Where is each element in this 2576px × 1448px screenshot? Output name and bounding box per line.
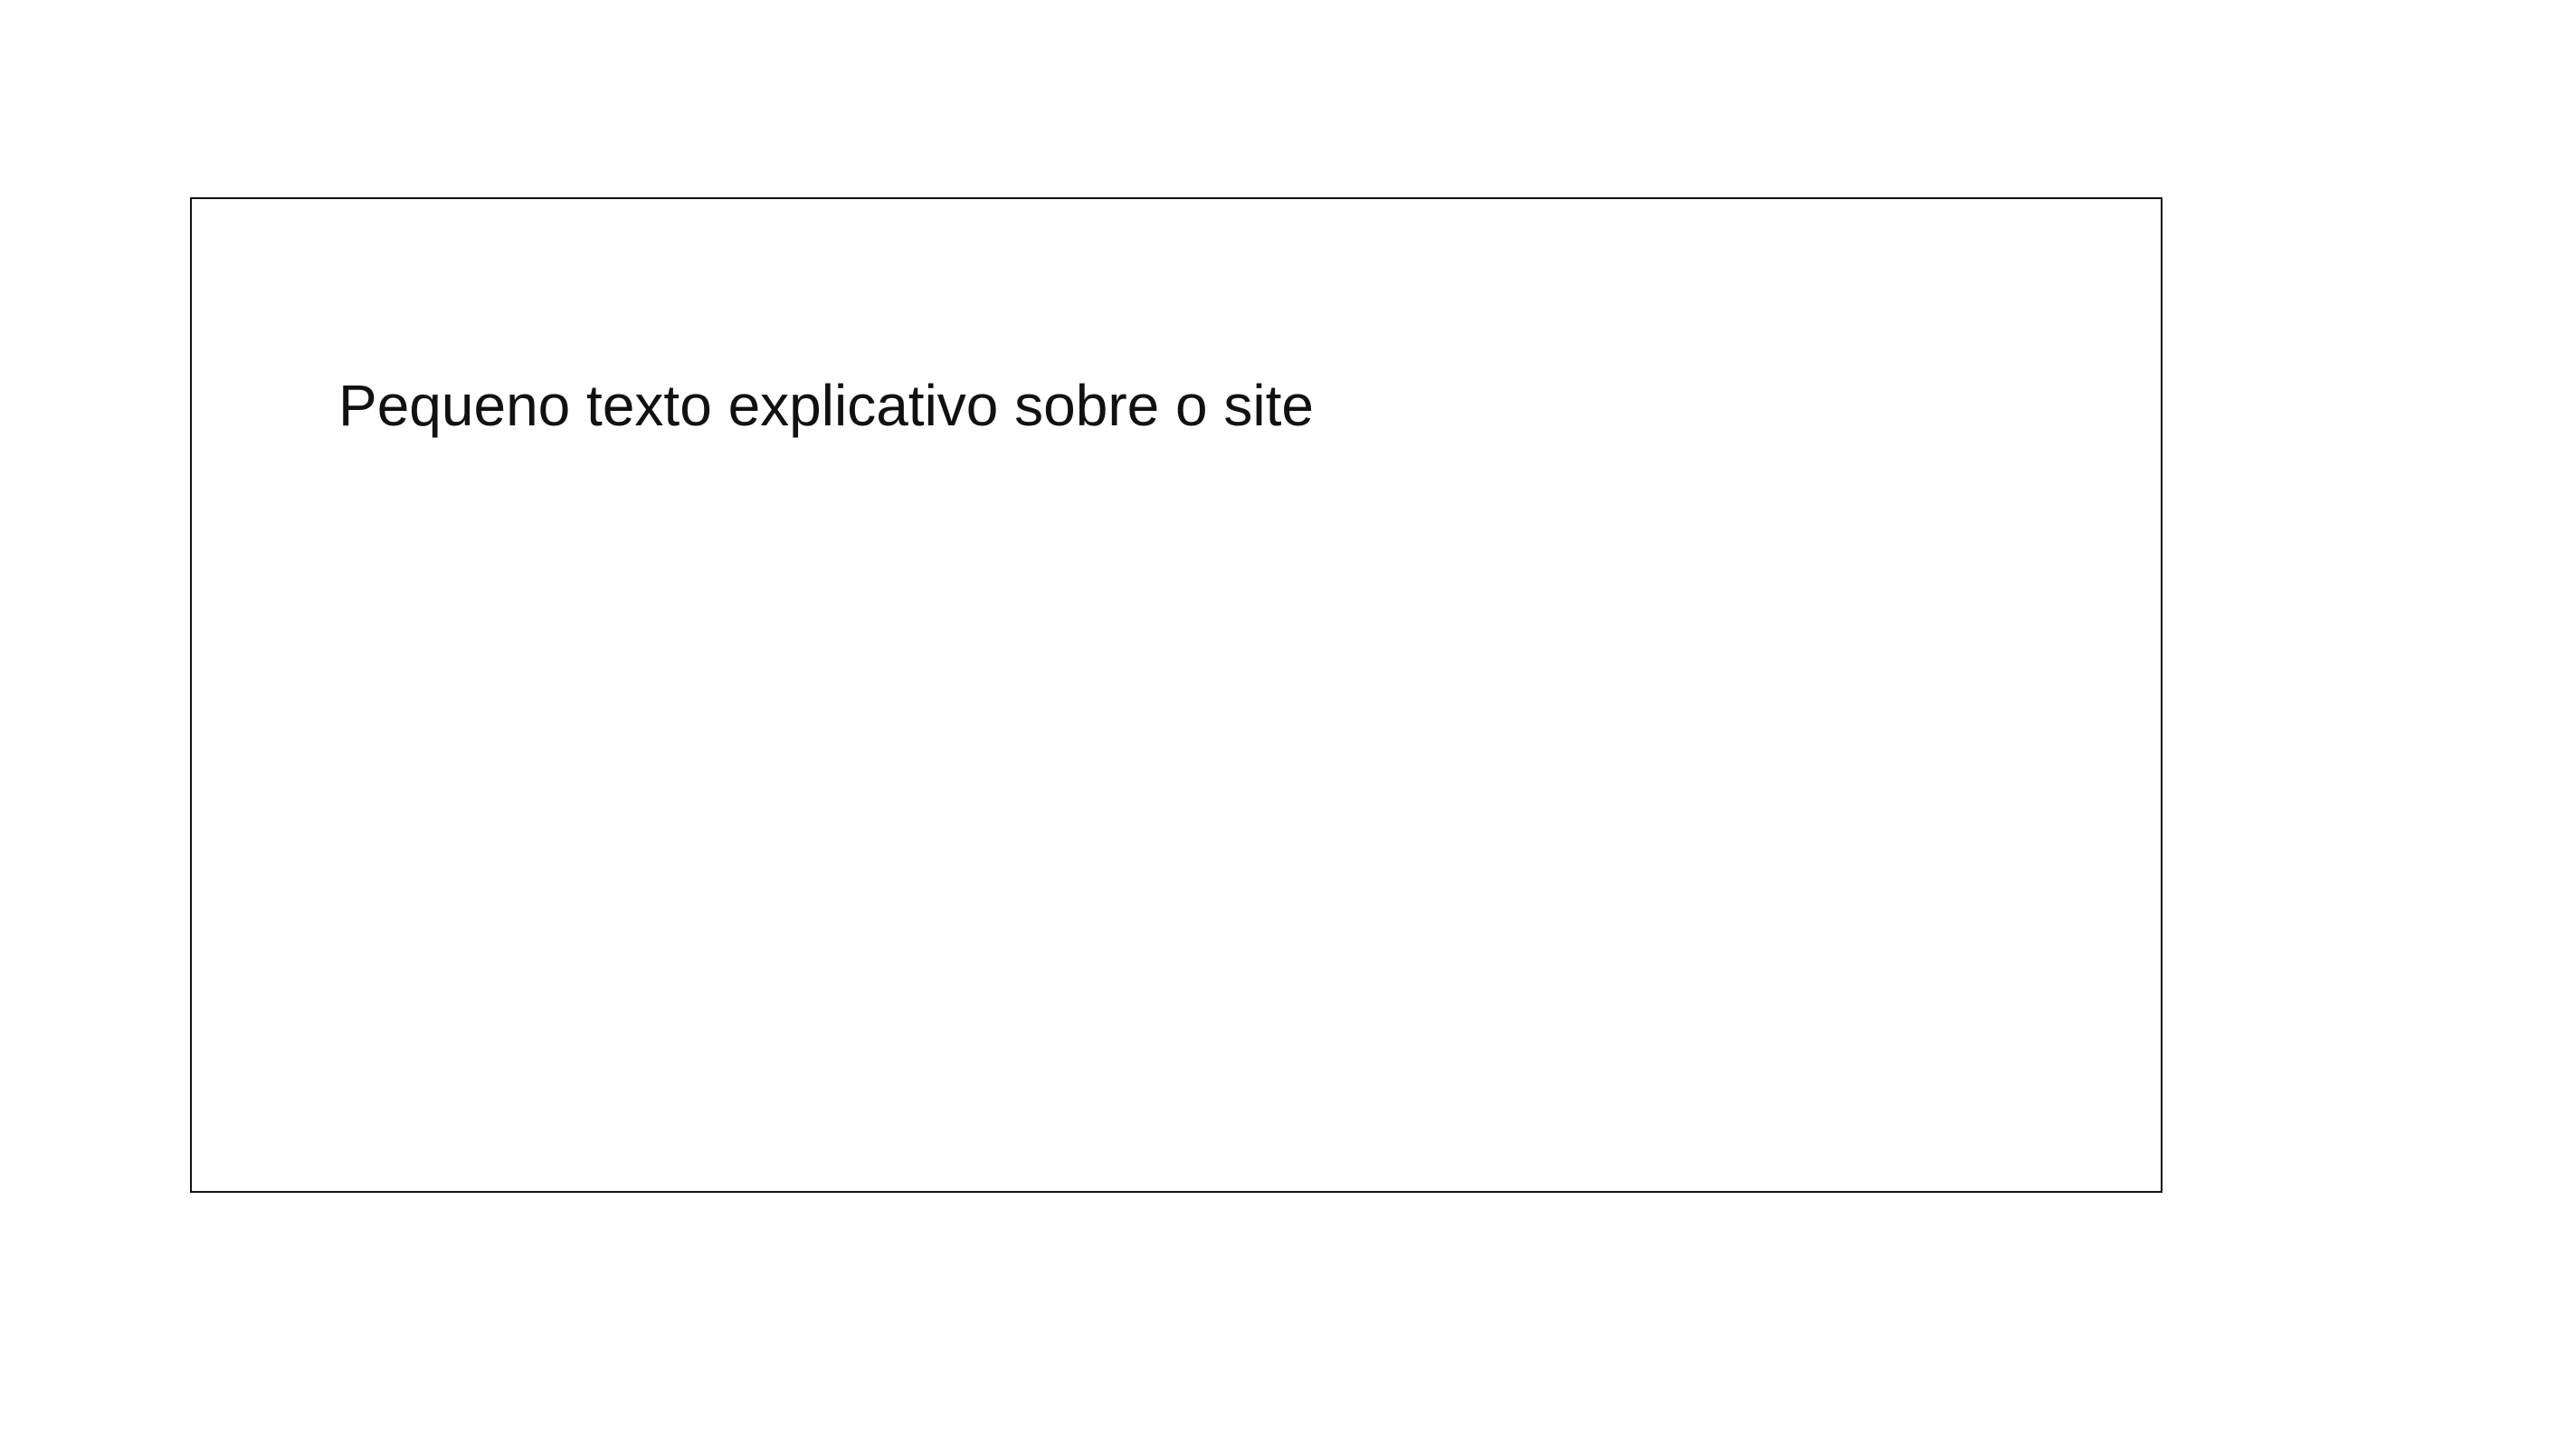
content-frame: Pequeno texto explicativo sobre o site (190, 197, 2163, 1193)
site-intro-text: Pequeno texto explicativo sobre o site (338, 373, 1314, 438)
